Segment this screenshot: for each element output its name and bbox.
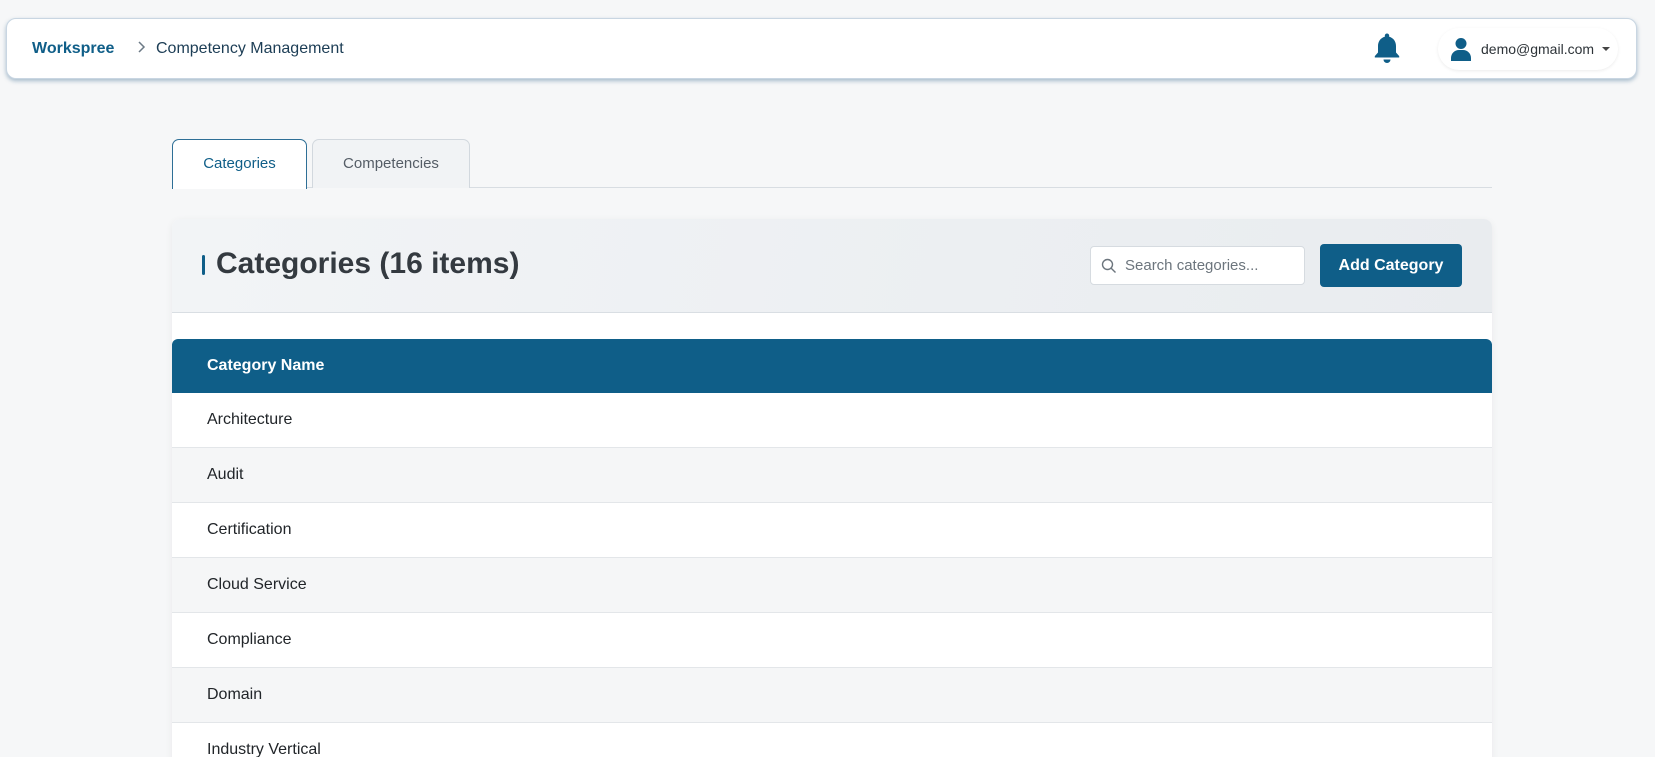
breadcrumb-current: Competency Management (156, 40, 344, 57)
user-icon (1451, 38, 1471, 61)
search-box[interactable] (1090, 246, 1305, 285)
search-icon (1101, 258, 1116, 273)
page-title: Categories (16 items) (216, 247, 520, 280)
top-navbar: Workspree Competency Management demo@gma… (6, 18, 1637, 79)
category-name: Audit (207, 466, 244, 483)
chevron-right-icon (138, 41, 146, 53)
category-name: Compliance (207, 631, 292, 648)
search-input[interactable] (1125, 247, 1301, 284)
table-body: Architecture Audit Certification Cloud S… (172, 393, 1492, 757)
category-name: Industry Vertical (207, 741, 321, 757)
category-name: Certification (207, 521, 292, 538)
category-name: Domain (207, 686, 263, 703)
caret-down-icon (1602, 47, 1610, 51)
table-row[interactable]: Compliance (172, 613, 1492, 668)
column-header-category-name[interactable]: Category Name (207, 357, 324, 375)
table-row[interactable]: Architecture (172, 393, 1492, 448)
brand-link[interactable]: Workspree (32, 40, 114, 58)
tab-categories[interactable]: Categories (172, 139, 307, 189)
title-accent-bar (202, 255, 205, 275)
category-name: Cloud Service (207, 576, 307, 593)
category-name: Architecture (207, 411, 293, 428)
table-row[interactable]: Industry Vertical (172, 723, 1492, 757)
add-category-button[interactable]: Add Category (1320, 244, 1462, 287)
categories-card: Categories (16 items) Add Category Categ… (172, 219, 1492, 757)
table-row[interactable]: Certification (172, 503, 1492, 558)
bell-icon[interactable] (1373, 32, 1401, 64)
table-row[interactable]: Audit (172, 448, 1492, 503)
tab-competencies[interactable]: Competencies (312, 139, 470, 188)
table-header: Category Name (172, 339, 1492, 393)
card-header: Categories (16 items) Add Category (172, 219, 1492, 313)
table-row[interactable]: Cloud Service (172, 558, 1492, 613)
table-row[interactable]: Domain (172, 668, 1492, 723)
user-email: demo@gmail.com (1481, 41, 1595, 57)
user-menu[interactable]: demo@gmail.com (1438, 28, 1618, 70)
